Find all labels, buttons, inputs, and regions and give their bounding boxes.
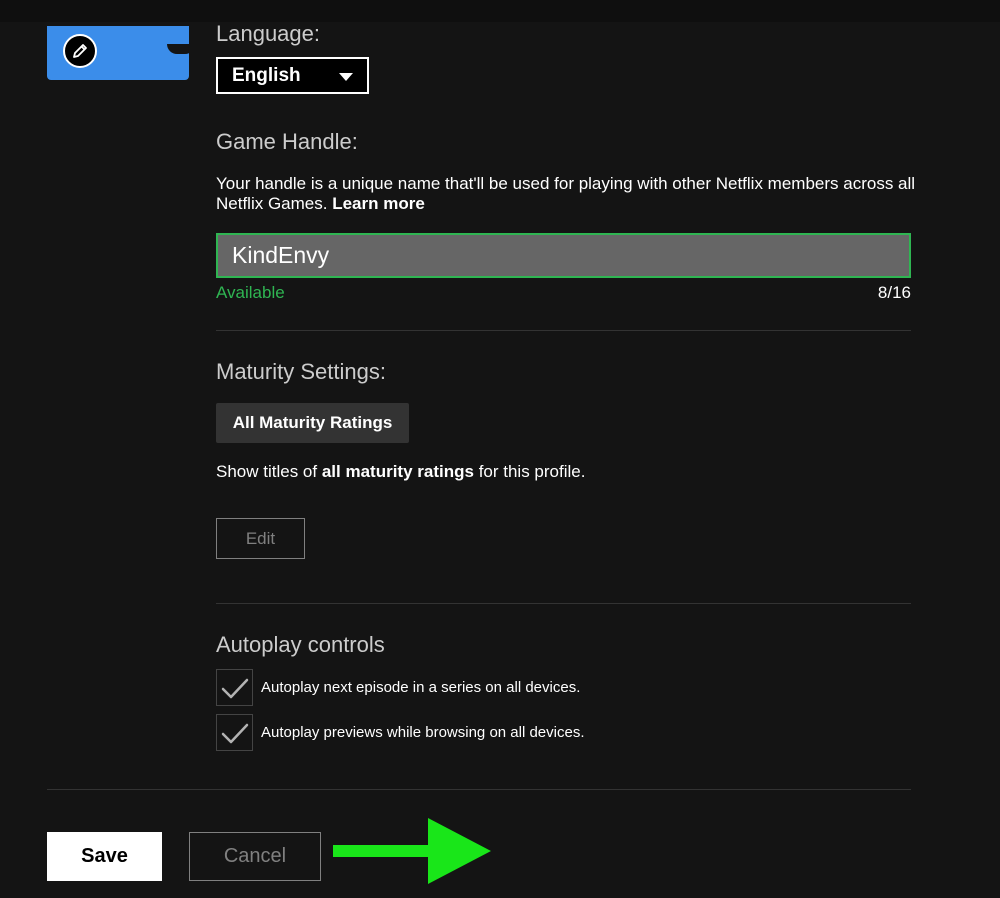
game-handle-label: Game Handle: xyxy=(216,129,358,154)
caret-down-icon xyxy=(339,73,353,81)
maturity-desc-prefix: Show titles of xyxy=(216,462,318,481)
profile-edit-page: Language: English Game Handle: Your hand… xyxy=(0,0,1000,898)
checkmark-icon xyxy=(221,678,248,698)
avatar-notch xyxy=(167,44,195,54)
maturity-desc-suffix: for this profile. xyxy=(478,462,586,481)
autoplay-previews-checkbox[interactable] xyxy=(216,714,253,751)
pencil-icon[interactable] xyxy=(63,34,97,68)
autoplay-next-episode-checkbox[interactable] xyxy=(216,669,253,706)
handle-availability-status: Available xyxy=(216,283,285,302)
game-handle-description-text: Your handle is a unique name that'll be … xyxy=(216,174,916,213)
maturity-desc-bold: all maturity ratings xyxy=(321,462,474,481)
language-selected-value: English xyxy=(232,64,301,86)
game-handle-input[interactable] xyxy=(216,233,911,278)
top-bar xyxy=(0,0,1000,22)
language-label: Language: xyxy=(216,21,320,46)
maturity-description: Show titles of all maturity ratings for … xyxy=(216,462,585,482)
checkmark-icon xyxy=(221,723,248,743)
learn-more-link[interactable]: Learn more xyxy=(332,194,425,213)
autoplay-controls-label: Autoplay controls xyxy=(216,632,385,657)
cancel-button[interactable]: Cancel xyxy=(189,832,321,881)
autoplay-previews-label: Autoplay previews while browsing on all … xyxy=(261,724,585,741)
divider xyxy=(216,330,911,331)
divider xyxy=(216,603,911,604)
avatar[interactable] xyxy=(47,26,195,80)
handle-character-counter: 8/16 xyxy=(877,283,911,302)
right-arrow-icon xyxy=(333,818,491,884)
language-select[interactable]: English xyxy=(216,57,369,94)
maturity-settings-label: Maturity Settings: xyxy=(216,359,386,384)
autoplay-previews-row[interactable]: Autoplay previews while browsing on all … xyxy=(216,714,585,751)
maturity-edit-button[interactable]: Edit xyxy=(216,518,305,559)
divider xyxy=(47,789,911,790)
maturity-rating-badge: All Maturity Ratings xyxy=(216,403,409,443)
autoplay-next-episode-label: Autoplay next episode in a series on all… xyxy=(261,679,581,696)
autoplay-next-episode-row[interactable]: Autoplay next episode in a series on all… xyxy=(216,669,580,706)
game-handle-description: Your handle is a unique name that'll be … xyxy=(216,174,916,214)
save-button[interactable]: Save xyxy=(47,832,162,881)
